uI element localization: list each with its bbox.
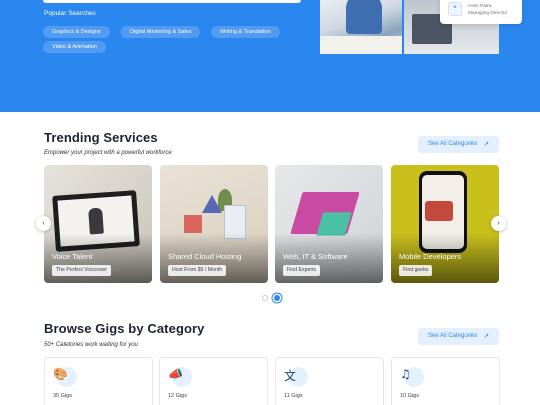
trending-title: Trending Services — [44, 130, 158, 145]
testimonial-role: Managing Director — [468, 11, 508, 16]
service-card-voice-talent[interactable]: Voice Talent The Perfect Voiceover — [44, 165, 152, 283]
carousel-dot-2[interactable] — [274, 295, 280, 301]
see-all-label: See All Categories — [428, 333, 478, 339]
megaphone-icon: 📣 — [168, 367, 183, 381]
chip-writing-translation[interactable]: Writing & Translation — [211, 26, 280, 38]
service-card-mobile-developers[interactable]: Mobile Developers Find geeks — [391, 165, 499, 283]
chevron-right-icon: › — [497, 220, 500, 227]
see-all-categories-button[interactable]: See All Categories ↗ — [418, 136, 499, 153]
gig-count: 12 Gigs — [168, 393, 187, 399]
service-card-tag: Find geeks — [399, 265, 433, 276]
gig-count: 10 Gigs — [400, 393, 419, 399]
chevron-left-icon: ‹ — [42, 220, 45, 227]
testimonial-name: Asim Patra — [468, 4, 492, 9]
category-card-graphics[interactable]: 🎨 35 Gigs — [44, 357, 153, 405]
browse-title: Browse Gigs by Category — [44, 321, 205, 336]
category-card-translation[interactable]: 文 11 Gigs — [275, 357, 384, 405]
palette-icon: 🎨 — [53, 367, 68, 381]
service-card-tag: Host From $5 / Month — [168, 265, 227, 276]
gig-count: 35 Gigs — [53, 393, 72, 399]
service-card-title: Voice Talent — [52, 252, 93, 261]
service-card-tag: The Perfect Voiceover — [52, 265, 112, 276]
category-card-music[interactable]: ♫ 10 Gigs — [391, 357, 500, 405]
service-card-cloud-hosting[interactable]: Shared Cloud Hosting Host From $5 / Mont… — [160, 165, 268, 283]
service-card-title: Mobile Developers — [399, 252, 462, 261]
carousel-dot-1[interactable] — [262, 295, 268, 301]
hero-banner: Popular Searches Graphics & Designs Digi… — [0, 0, 540, 112]
chip-graphics-designs[interactable]: Graphics & Designs — [43, 26, 110, 38]
browse-subtitle: 50+ Catetories work waiting for you — [44, 342, 138, 348]
trending-subtitle: Empower your project with a powerful wor… — [44, 150, 172, 156]
service-card-tag: Find Experts — [283, 265, 321, 276]
gig-count: 11 Gigs — [284, 393, 303, 399]
arrow-up-right-icon: ↗ — [483, 333, 489, 340]
service-card-title: Shared Cloud Hosting — [168, 252, 242, 261]
see-all-categories-button-2[interactable]: See All Categories ↗ — [418, 328, 499, 345]
search-input[interactable] — [43, 0, 301, 3]
music-note-icon: ♫ — [400, 367, 411, 381]
testimonial-card: ❝ Asim Patra Managing Director — [440, 0, 522, 24]
service-card-title: Web, IT & Software — [283, 252, 348, 261]
category-card-marketing[interactable]: 📣 12 Gigs — [159, 357, 268, 405]
service-card-web-it-software[interactable]: Web, IT & Software Find Experts — [275, 165, 383, 283]
chip-video-animation[interactable]: Video & Animation — [43, 41, 106, 53]
translate-icon: 文 — [284, 369, 297, 383]
popular-searches-label: Popular Searches — [44, 10, 96, 17]
carousel-next-button[interactable]: › — [491, 216, 506, 231]
see-all-label: See All Categories — [428, 141, 478, 147]
carousel-prev-button[interactable]: ‹ — [36, 216, 51, 231]
chip-digital-marketing[interactable]: Digital Marketing & Sales — [121, 26, 201, 38]
arrow-up-right-icon: ↗ — [483, 141, 489, 148]
quote-icon: ❝ — [448, 2, 462, 16]
hero-photo-woman-writing — [320, 0, 402, 54]
